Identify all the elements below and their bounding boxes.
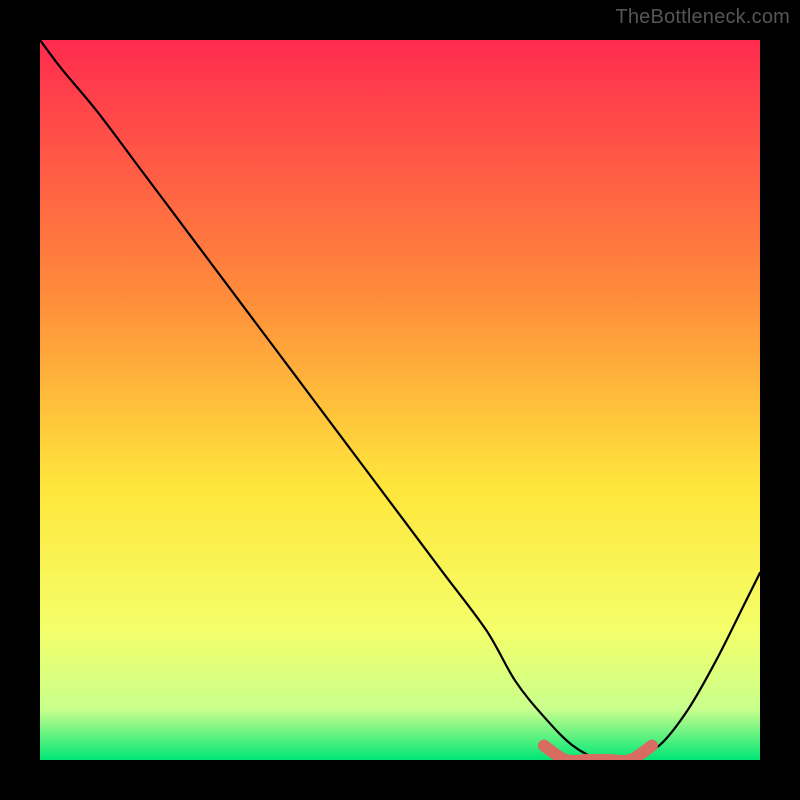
bottleneck-chart xyxy=(40,40,760,760)
plot-area xyxy=(40,40,760,760)
watermark-text: TheBottleneck.com xyxy=(615,6,790,29)
gradient-background xyxy=(40,40,760,760)
chart-frame: TheBottleneck.com xyxy=(0,0,800,800)
